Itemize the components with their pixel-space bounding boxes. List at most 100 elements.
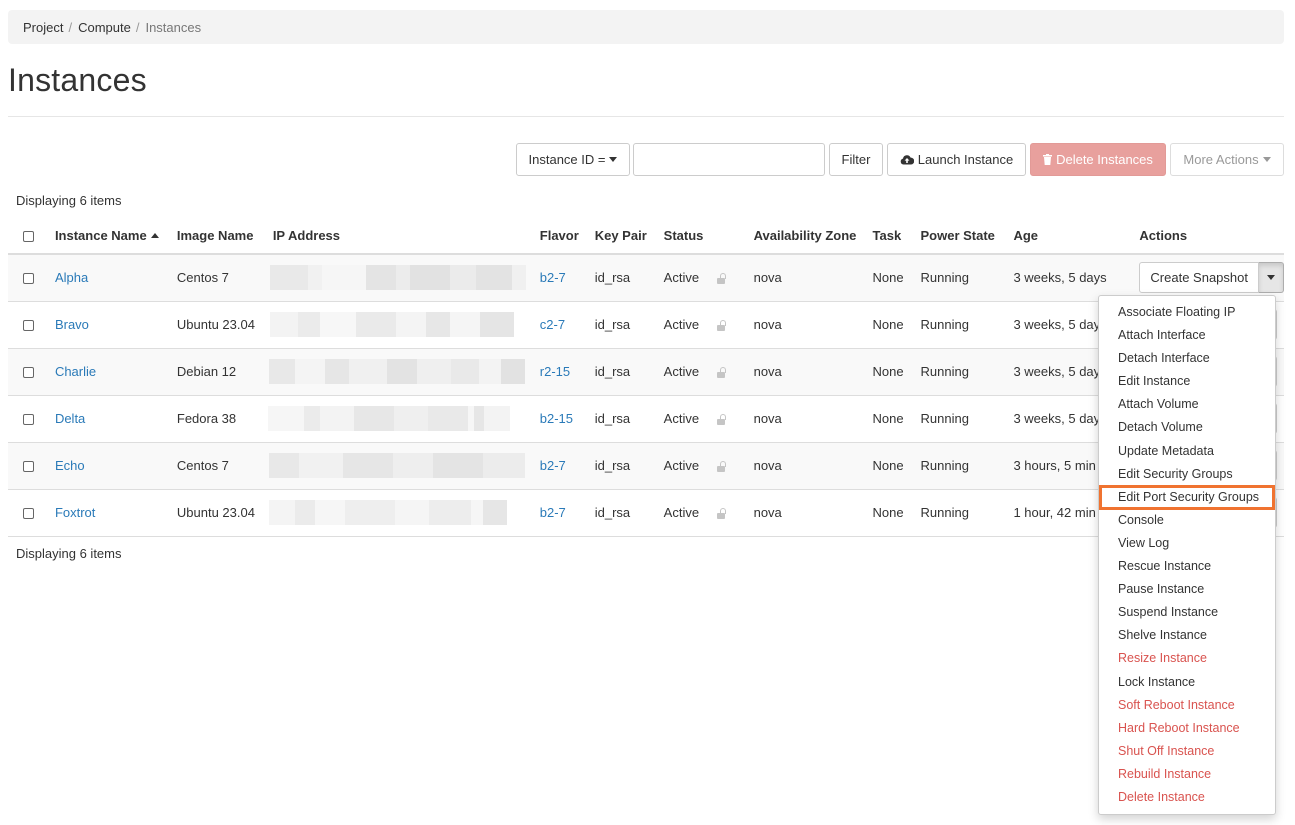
menu-item-shut-off-instance[interactable]: Shut Off Instance <box>1099 740 1275 763</box>
instance-name-link[interactable]: Foxtrot <box>55 505 95 520</box>
delete-instances-label: Delete Instances <box>1056 152 1153 167</box>
instance-name-link[interactable]: Bravo <box>55 317 89 332</box>
sort-ascending-icon <box>150 232 159 238</box>
menu-item-edit-security-groups[interactable]: Edit Security Groups <box>1099 463 1275 486</box>
task-cell: None <box>872 254 921 302</box>
task-cell: None <box>872 442 921 490</box>
row-checkbox[interactable] <box>23 414 34 426</box>
row-checkbox[interactable] <box>23 367 34 379</box>
menu-item-detach-volume[interactable]: Detach Volume <box>1099 416 1275 439</box>
power-state-cell: Running <box>920 442 1014 490</box>
menu-item-soft-reboot-instance[interactable]: Soft Reboot Instance <box>1099 694 1275 717</box>
create-snapshot-button[interactable]: Create Snapshot <box>1139 262 1259 294</box>
flavor-link[interactable]: b2-7 <box>540 505 566 520</box>
row-checkbox[interactable] <box>23 508 34 520</box>
menu-item-associate-floating-ip[interactable]: Associate Floating IP <box>1099 301 1275 324</box>
delete-instances-button[interactable]: Delete Instances <box>1030 143 1166 176</box>
power-state-cell: Running <box>920 348 1014 396</box>
menu-item-view-log[interactable]: View Log <box>1099 532 1275 555</box>
menu-item-edit-instance[interactable]: Edit Instance <box>1099 370 1275 393</box>
menu-item-console[interactable]: Console <box>1099 509 1275 532</box>
image-name-cell: Centos 7 <box>176 254 273 302</box>
ip-address-cell <box>268 348 540 396</box>
launch-instance-button[interactable]: Launch Instance <box>887 143 1026 176</box>
breadcrumb-separator: / <box>68 19 73 35</box>
column-header-flavor[interactable]: Flavor <box>539 217 595 255</box>
search-input[interactable] <box>633 143 825 176</box>
unlock-icon <box>717 460 727 473</box>
row-actions-menu: Associate Floating IP Attach Interface Det… <box>1098 295 1276 815</box>
menu-item-hard-reboot-instance[interactable]: Hard Reboot Instance <box>1099 717 1275 740</box>
menu-item-delete-instance[interactable]: Delete Instance <box>1099 786 1275 809</box>
menu-item-attach-interface[interactable]: Attach Interface <box>1099 324 1275 347</box>
breadcrumb-compute[interactable]: Compute <box>78 20 131 35</box>
column-header-instance-name[interactable]: Instance Name <box>54 217 177 255</box>
cloud-upload-icon <box>900 155 914 165</box>
column-header-actions: Actions <box>1139 217 1284 255</box>
status-text: Active <box>663 317 700 332</box>
filter-field-dropdown[interactable]: Instance ID = <box>516 143 630 176</box>
column-header-ip-address[interactable]: IP Address <box>272 217 540 255</box>
menu-item-rescue-instance[interactable]: Rescue Instance <box>1099 555 1275 578</box>
item-count-top: Displaying 6 items <box>16 193 122 208</box>
more-actions-button[interactable]: More Actions <box>1170 143 1284 176</box>
redacted-ip-address <box>267 406 524 431</box>
menu-item-update-metadata[interactable]: Update Metadata <box>1099 440 1275 463</box>
table-row: Echo Centos 7 b2-7 id_rsa Active nova No… <box>8 442 1284 490</box>
row-checkbox[interactable] <box>23 461 34 473</box>
flavor-link[interactable]: r2-15 <box>540 364 570 379</box>
row-checkbox[interactable] <box>23 320 34 332</box>
menu-item-suspend-instance[interactable]: Suspend Instance <box>1099 601 1275 624</box>
breadcrumb-project[interactable]: Project <box>23 20 63 35</box>
menu-item-lock-instance[interactable]: Lock Instance <box>1099 671 1275 694</box>
menu-item-detach-interface[interactable]: Detach Interface <box>1099 347 1275 370</box>
unlock-icon <box>717 507 727 520</box>
column-header-image-name[interactable]: Image Name <box>176 217 273 255</box>
instance-name-cell: Delta <box>54 395 177 443</box>
menu-item-shelve-instance[interactable]: Shelve Instance <box>1099 624 1275 647</box>
row-actions-toggle[interactable] <box>1259 262 1284 294</box>
menu-item-attach-volume[interactable]: Attach Volume <box>1099 393 1275 416</box>
unlock-icon <box>717 272 727 285</box>
more-actions-label: More Actions <box>1183 152 1259 167</box>
row-checkbox[interactable] <box>23 273 34 285</box>
flavor-link[interactable]: c2-7 <box>540 317 565 332</box>
status-text: Active <box>663 458 700 473</box>
menu-item-pause-instance[interactable]: Pause Instance <box>1099 578 1275 601</box>
instance-name-link[interactable]: Charlie <box>55 364 96 379</box>
column-header-availability-zone[interactable]: Availability Zone <box>753 217 873 255</box>
instance-name-link[interactable]: Echo <box>55 458 85 473</box>
redacted-ip-address <box>268 453 525 478</box>
task-cell: None <box>872 489 921 537</box>
power-state-cell: Running <box>920 395 1014 443</box>
select-all-checkbox[interactable] <box>23 230 34 242</box>
flavor-cell: b2-15 <box>539 395 595 443</box>
menu-item-resize-instance[interactable]: Resize Instance <box>1099 647 1275 670</box>
key-pair-cell: id_rsa <box>594 254 664 302</box>
key-pair-cell: id_rsa <box>594 489 664 537</box>
row-select-cell <box>8 301 55 349</box>
ip-address-cell <box>267 395 540 443</box>
title-divider <box>8 116 1284 117</box>
instance-name-link[interactable]: Alpha <box>55 270 88 285</box>
power-state-cell: Running <box>920 489 1014 537</box>
flavor-link[interactable]: b2-7 <box>540 458 566 473</box>
availability-zone-cell: nova <box>753 254 873 302</box>
column-header-task[interactable]: Task <box>872 217 921 255</box>
column-header-status[interactable]: Status <box>663 217 754 255</box>
flavor-link[interactable]: b2-7 <box>540 270 566 285</box>
column-header-age[interactable]: Age <box>1013 217 1140 255</box>
menu-item-rebuild-instance[interactable]: Rebuild Instance <box>1099 763 1275 786</box>
filter-button[interactable]: Filter <box>829 143 883 176</box>
flavor-link[interactable]: b2-15 <box>540 411 573 426</box>
column-header-power-state[interactable]: Power State <box>920 217 1014 255</box>
menu-item-edit-port-security-groups[interactable]: Edit Port Security Groups <box>1099 484 1275 510</box>
unlock-icon <box>717 319 727 332</box>
caret-down-icon <box>1262 157 1271 162</box>
instance-name-link[interactable]: Delta <box>55 411 85 426</box>
actions-cell: Create Snapshot <box>1139 254 1284 302</box>
row-select-cell <box>8 395 55 443</box>
column-header-key-pair[interactable]: Key Pair <box>594 217 664 255</box>
power-state-cell: Running <box>920 254 1014 302</box>
availability-zone-cell: nova <box>753 442 873 490</box>
